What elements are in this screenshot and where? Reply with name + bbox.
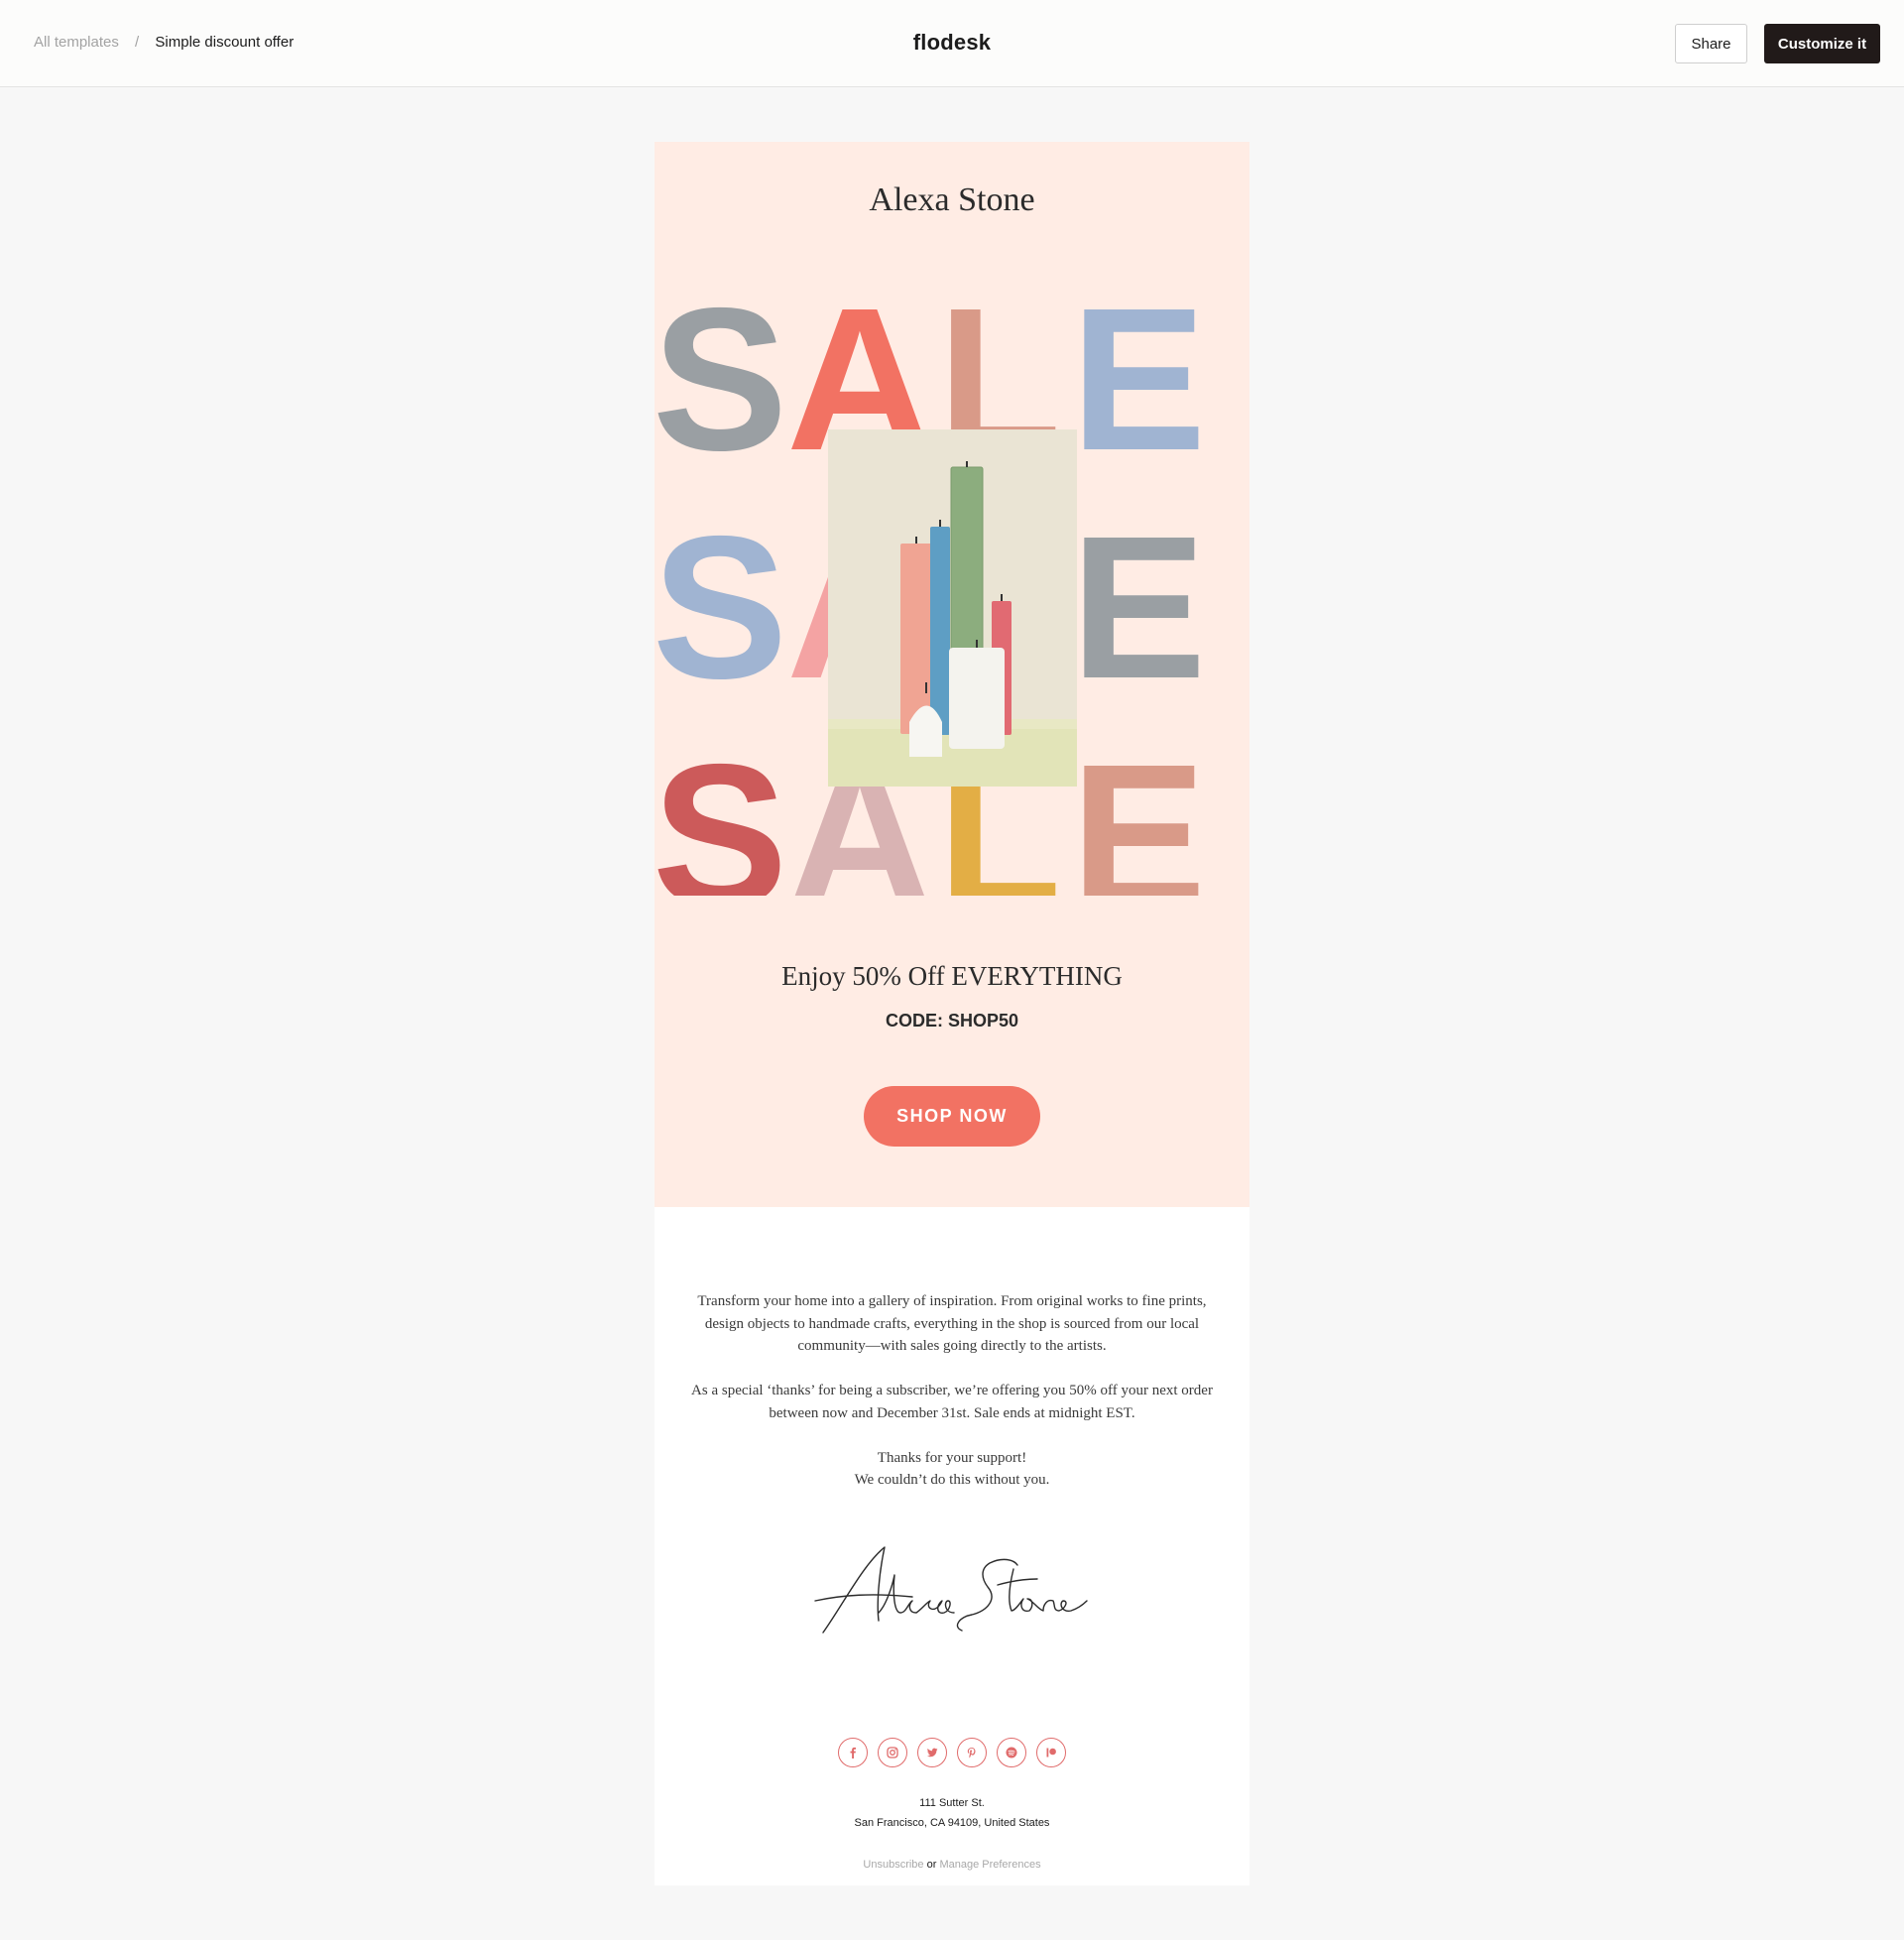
breadcrumb-current: Simple discount offer (155, 34, 295, 51)
shop-now-button[interactable]: SHOP NOW (864, 1086, 1040, 1147)
address-line-1: 111 Sutter St. (919, 1797, 985, 1809)
instagram-icon[interactable] (878, 1738, 907, 1767)
share-button[interactable]: Share (1675, 24, 1747, 63)
unsubscribe-link[interactable]: Unsubscribe (863, 1859, 923, 1871)
body-paragraph-offer: As a special ‘thanks’ for being a subscr… (691, 1383, 1213, 1421)
breadcrumb-separator: / (135, 34, 140, 51)
offer-code: CODE: SHOP50 (885, 1011, 1019, 1031)
breadcrumb: All templates / Simple discount offer (34, 34, 294, 51)
sale-letter-e: E (1071, 722, 1207, 896)
body-thanks-line: Thanks for your support! (877, 1450, 1027, 1466)
signature (814, 1546, 1088, 1634)
social-icons (654, 1738, 1250, 1767)
footer-or-text: or (926, 1859, 937, 1871)
email-brand-name: Alexa Stone (869, 182, 1035, 218)
body-paragraph-intro: Transform your home into a gallery of in… (697, 1293, 1207, 1354)
candles-photo (828, 429, 1077, 787)
sale-letter-s: S (654, 301, 787, 493)
offer-title: Enjoy 50% Off EVERYTHING (781, 961, 1123, 991)
email-hero: Alexa Stone SALESALESALE (654, 142, 1250, 1207)
manage-preferences-link[interactable]: Manage Preferences (939, 1859, 1040, 1871)
spotify-icon[interactable] (997, 1738, 1026, 1767)
pinterest-icon[interactable] (957, 1738, 987, 1767)
email-preview: Alexa Stone SALESALESALE (654, 142, 1250, 1885)
address-line-2: San Francisco, CA 94109, United States (854, 1817, 1050, 1829)
footer-links: Unsubscribe or Manage Preferences (654, 1859, 1250, 1871)
sale-letter-s: S (654, 722, 787, 896)
patreon-icon[interactable] (1036, 1738, 1066, 1767)
twitter-icon[interactable] (917, 1738, 947, 1767)
breadcrumb-all-templates-link[interactable]: All templates (34, 34, 119, 51)
sale-letter-e: E (1071, 301, 1207, 493)
top-bar: All templates / Simple discount offer fl… (0, 0, 1904, 87)
sale-letter-e: E (1071, 494, 1207, 721)
sale-letter-s: S (654, 494, 787, 721)
body-closing-line: We couldn’t do this without you. (854, 1472, 1050, 1488)
facebook-icon[interactable] (838, 1738, 868, 1767)
customize-button[interactable]: Customize it (1764, 24, 1880, 63)
